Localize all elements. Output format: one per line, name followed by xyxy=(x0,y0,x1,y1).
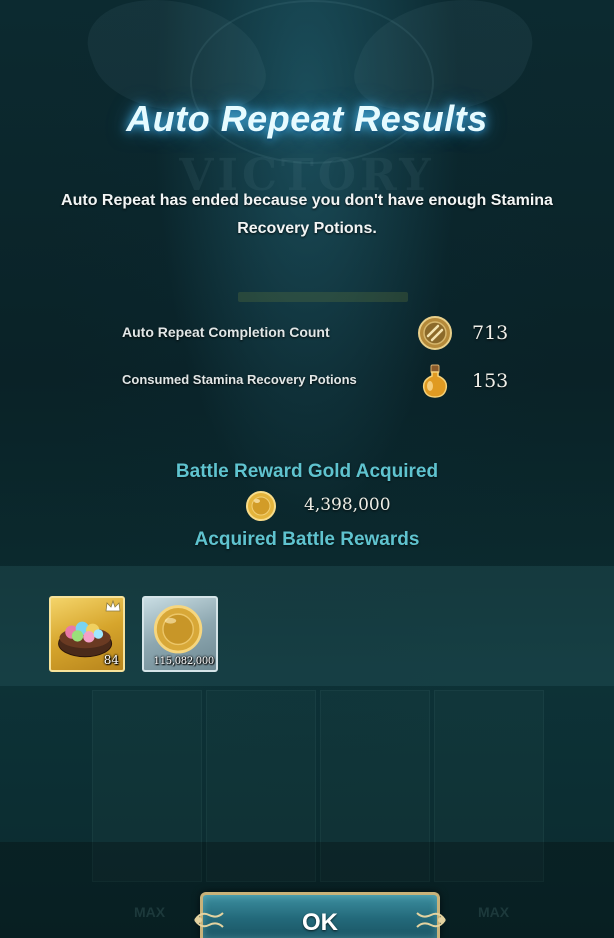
ornament-right-icon xyxy=(416,912,446,928)
gold-coin-icon xyxy=(246,491,276,521)
ok-button-label: OK xyxy=(302,909,338,936)
reward-quantity: 115,082,000 xyxy=(153,656,215,667)
gold-section-title: Battle Reward Gold Acquired xyxy=(175,461,439,482)
gold-row: 4,398,000 xyxy=(0,488,614,522)
completion-count-value: 713 xyxy=(472,322,509,344)
completion-count-label: Auto Repeat Completion Count xyxy=(122,324,330,340)
completion-count-row: Auto Repeat Completion Count 713 xyxy=(0,314,614,354)
gold-value: 4,398,000 xyxy=(304,495,391,515)
background-max-label: MAX xyxy=(478,904,510,920)
reward-item-gold[interactable]: 115,082,000 xyxy=(142,596,218,672)
reward-item-gems[interactable]: 84 xyxy=(49,596,125,672)
dialog-title: Auto Repeat Results xyxy=(126,98,488,139)
reward-quantity: 84 xyxy=(103,653,119,667)
repeat-medal-icon xyxy=(418,316,452,350)
background-max-label: MAX xyxy=(134,904,166,920)
background-progress-bar xyxy=(238,292,408,302)
potion-icon xyxy=(422,364,448,398)
potions-consumed-row: Consumed Stamina Recovery Potions 153 xyxy=(0,362,614,402)
dialog-message: Auto Repeat has ended because you don't … xyxy=(61,192,553,237)
ok-button[interactable]: OK xyxy=(194,892,446,938)
rewards-section-title: Acquired Battle Rewards xyxy=(194,529,420,550)
crown-icon xyxy=(105,600,121,612)
auto-repeat-results-screen: VICTORY MAX MAX Auto Repeat Results Auto… xyxy=(0,0,614,938)
potions-consumed-label: Consumed Stamina Recovery Potions xyxy=(122,372,357,387)
potions-consumed-value: 153 xyxy=(472,370,509,392)
